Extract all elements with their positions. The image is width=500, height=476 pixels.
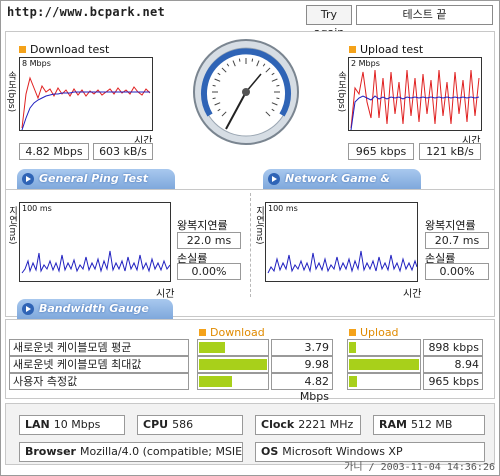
bandwidth-row-label: 새로운넷 케이블모뎀 최대값 <box>9 356 189 373</box>
speed-test-window: http://www.bcpark.net Try again 테스트 끝 Do… <box>0 0 500 476</box>
ping-rtt-label: 왕복지연률 <box>177 219 228 232</box>
bandwidth-download-header: Download <box>199 326 265 339</box>
gauge-tick <box>212 97 216 100</box>
bandwidth-upload-header: Upload <box>349 326 399 339</box>
orange-bullet-icon <box>349 329 356 336</box>
ping-series <box>21 250 170 274</box>
tab-general-ping-test[interactable]: General Ping Test <box>17 169 175 189</box>
download-ylabel: 속도(bps) <box>6 71 16 113</box>
download-graph: 8 Mbps <box>19 57 153 131</box>
ping-graph-plot <box>21 250 170 274</box>
upload-bar-fill <box>349 359 419 370</box>
download-graph-plot <box>21 76 151 130</box>
panel-divider <box>250 193 251 297</box>
upload-bar <box>347 356 421 373</box>
clock-info: Clock 2221 MHz <box>255 415 361 435</box>
orange-bullet-icon <box>19 46 26 53</box>
ping-ylabel: 지연(ms) <box>7 206 17 245</box>
upload-title: Upload test <box>349 43 423 56</box>
lan-info: LAN 10 Mbps <box>19 415 125 435</box>
ram-info: RAM 512 MB <box>373 415 485 435</box>
upload-graph: 2 Mbps <box>348 57 482 131</box>
arrow-right-icon <box>268 173 280 185</box>
try-again-button[interactable]: Try again <box>306 5 352 39</box>
ping-loss-value: 0.00% <box>177 263 241 280</box>
upload-kbps-value: 965 kbps <box>348 143 414 160</box>
upload-bar <box>347 373 421 390</box>
browser-info: BrowserMozilla/4.0 (compatible; MSIE 6.0 <box>19 442 243 462</box>
game-graph: 100 ms <box>265 202 418 282</box>
cpu-info: CPU 586 <box>137 415 243 435</box>
upload-bar-fill <box>349 376 357 387</box>
upload-bar-value: 965 kbps <box>423 373 483 390</box>
ping-graph: 100 ms <box>19 202 171 282</box>
bandwidth-row-label: 새로운넷 케이블모뎀 평균 <box>9 339 189 356</box>
game-xlabel: 시간 <box>403 289 422 300</box>
arrow-right-icon <box>22 173 34 185</box>
footer-date: 가니 / 2003-11-04 14:36:26 <box>344 462 495 473</box>
upload-bar <box>347 339 421 356</box>
download-bar-value: 3.79 Mbps <box>271 339 333 369</box>
gauge-tick <box>276 97 280 100</box>
upload-bar-value: 8.94 Mbps <box>423 356 483 386</box>
game-rtt-label: 왕복지연률 <box>425 219 476 232</box>
gauge-tick <box>251 58 254 62</box>
upload-bar-fill <box>349 342 356 353</box>
gauge-tick <box>212 84 216 87</box>
download-bar <box>197 356 269 373</box>
download-bar-value: 9.98 Mbps <box>271 356 333 386</box>
gauge-tick <box>276 84 280 87</box>
game-loss-value: 0.00% <box>425 263 489 280</box>
speed-gauge <box>193 39 299 145</box>
arrow-right-icon <box>22 303 34 315</box>
site-url: http://www.bcpark.net <box>7 5 166 19</box>
upload-red-series <box>350 69 480 129</box>
end-test-button[interactable]: 테스트 끝 <box>356 5 493 25</box>
download-bar-fill <box>199 376 232 387</box>
upload-graph-plot <box>350 69 480 130</box>
download-bar-fill <box>199 342 225 353</box>
gauge-tick <box>238 58 241 62</box>
orange-bullet-icon <box>199 329 206 336</box>
upload-bar-value: 898 kbps <box>423 339 483 356</box>
download-title: Download test <box>19 43 109 56</box>
tab-bandwidth-gauge[interactable]: Bandwidth Gauge <box>17 299 173 319</box>
download-bar-fill <box>199 359 267 370</box>
download-mbps-value: 4.82 Mbps <box>19 143 89 160</box>
download-bar-value: 4.82 Mbps <box>271 373 333 403</box>
upload-ylabel: 속도(bps) <box>336 71 346 113</box>
game-rtt-value: 20.7 ms <box>425 232 489 249</box>
orange-bullet-icon <box>349 46 356 53</box>
ping-xlabel: 시간 <box>156 289 175 300</box>
download-blue-series <box>21 91 150 130</box>
download-kbs-value: 603 kB/s <box>93 143 153 160</box>
game-graph-plot <box>267 250 417 274</box>
download-bar <box>197 373 269 390</box>
download-bar <box>197 339 269 356</box>
upload-kbs-value: 121 kB/s <box>419 143 481 160</box>
download-red-series <box>21 76 151 129</box>
ping-rtt-value: 22.0 ms <box>177 232 241 249</box>
game-series <box>267 250 417 274</box>
tab-network-game-voip-test[interactable]: Network Game & VoIP Test <box>263 169 421 205</box>
bandwidth-row-label: 사용자 측정값 <box>9 373 189 390</box>
